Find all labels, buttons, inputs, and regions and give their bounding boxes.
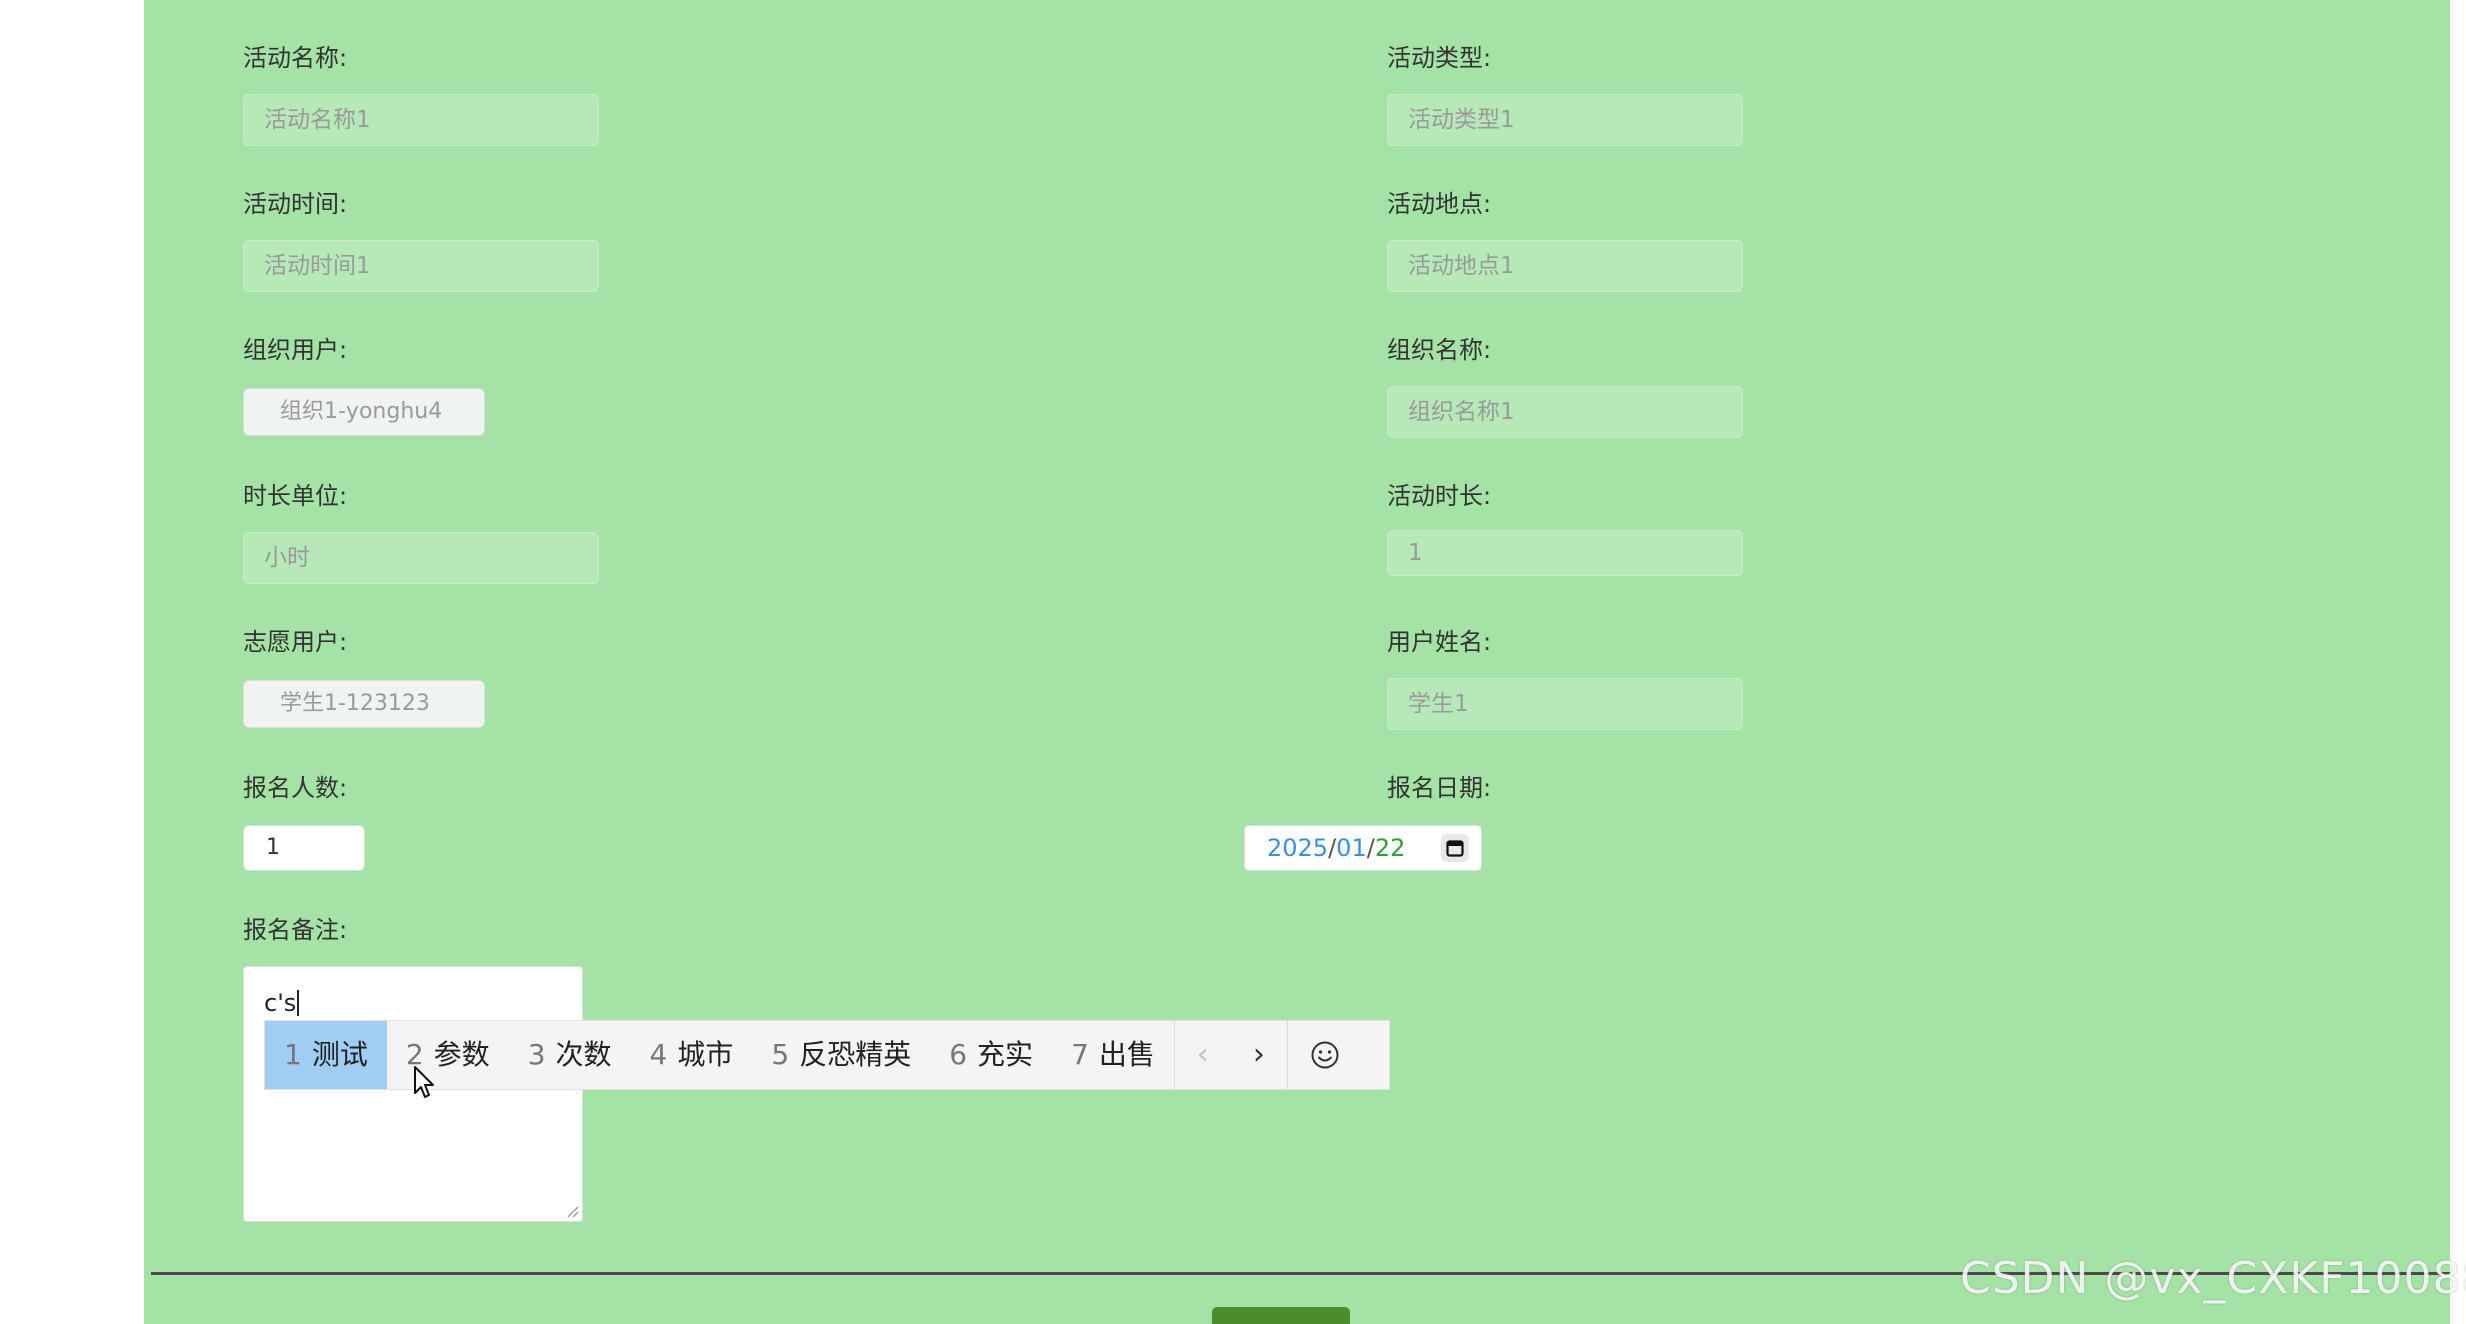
submit-button[interactable] [1212,1307,1350,1324]
activity-place-input[interactable]: 活动地点1 [1387,240,1743,292]
ime-candidate[interactable]: 5 反恐精英 [752,1021,930,1089]
date-separator: / [1366,834,1375,862]
volunteer-user-select[interactable]: 学生1-123123 [243,680,485,728]
calendar-icon[interactable] [1441,834,1469,862]
activity-type-label: 活动类型: [1387,44,1492,72]
duration-unit-label: 时长单位: [243,482,348,510]
signup-date-input[interactable]: 2025/01/22 [1244,825,1482,871]
user-name-label: 用户姓名: [1387,628,1492,656]
mouse-cursor-icon [414,1066,434,1098]
activity-time-input[interactable]: 活动时间1 [243,240,599,292]
activity-duration-input[interactable]: 1 [1387,530,1743,576]
smiley-icon[interactable] [1288,1021,1362,1089]
ime-candidate[interactable]: 6 充实 [930,1021,1052,1089]
org-user-label: 组织用户: [243,336,348,364]
user-name-input[interactable]: 学生1 [1387,678,1743,730]
signup-note-text: c's [264,989,297,1017]
ime-candidate[interactable]: 2 参数 [387,1021,509,1089]
ime-candidate[interactable]: 3 次数 [509,1021,631,1089]
org-user-select[interactable]: 组织1-yonghu4 [243,388,485,436]
org-name-label: 组织名称: [1387,336,1492,364]
ime-candidate[interactable]: 4 城市 [631,1021,753,1089]
activity-type-input[interactable]: 活动类型1 [1387,94,1743,146]
watermark: CSDN @vx_CXKF10088 [1960,1253,2466,1304]
ime-next-page-icon[interactable]: › [1231,1021,1287,1089]
signup-date-label: 报名日期: [1387,774,1492,802]
org-name-input[interactable]: 组织名称1 [1387,386,1743,438]
date-separator: / [1328,834,1337,862]
activity-place-label: 活动地点: [1387,190,1492,218]
ime-candidate[interactable]: 1 测试 [265,1021,387,1089]
activity-name-input[interactable]: 活动名称1 [243,94,599,146]
signup-count-label: 报名人数: [243,774,348,802]
activity-time-label: 活动时间: [243,190,348,218]
date-month[interactable]: 01 [1336,834,1367,862]
signup-count-input[interactable]: 1 [243,825,365,871]
signup-note-label: 报名备注: [243,916,348,944]
activity-duration-label: 活动时长: [1387,482,1492,510]
text-caret [297,990,300,1016]
date-year[interactable]: 2025 [1267,834,1328,862]
date-day[interactable]: 22 [1375,834,1406,862]
ime-prev-page-icon[interactable]: ‹ [1175,1021,1231,1089]
ime-candidate[interactable]: 7 出售 [1052,1021,1174,1089]
volunteer-user-label: 志愿用户: [243,628,348,656]
resize-grip-icon[interactable] [565,1204,579,1218]
page: 活动名称: 活动名称1 活动时间: 活动时间1 组织用户: 组织1-yonghu… [0,0,2466,1324]
duration-unit-input[interactable]: 小时 [243,532,599,584]
activity-name-label: 活动名称: [243,44,348,72]
